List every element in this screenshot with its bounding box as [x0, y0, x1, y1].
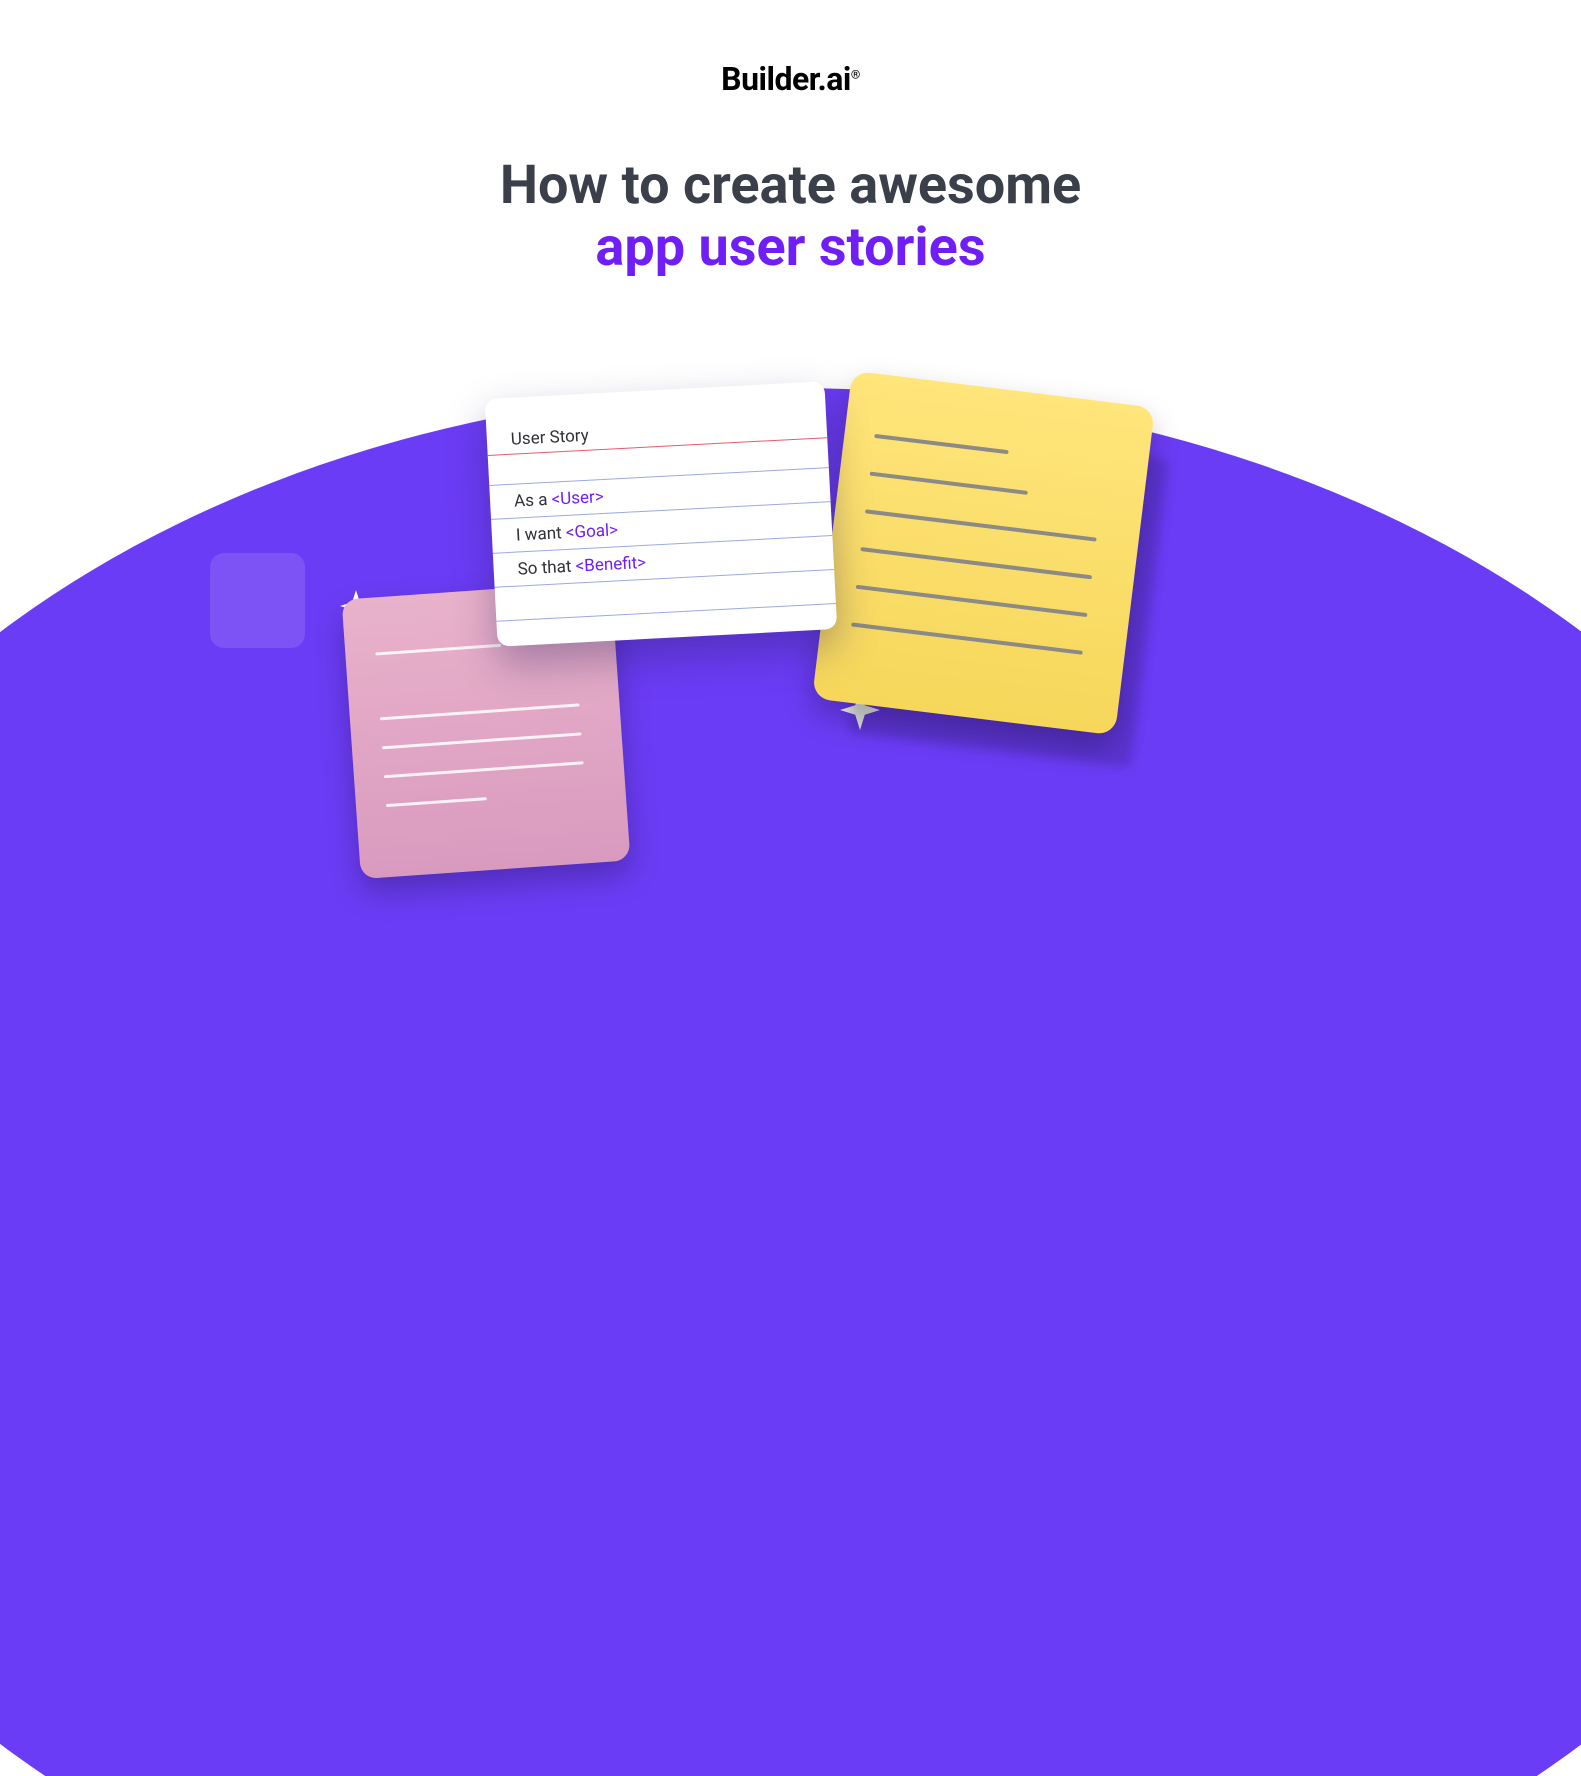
placeholder-line — [860, 547, 1092, 579]
placeholder-line — [851, 622, 1083, 654]
row-tag-user: <User> — [551, 487, 604, 510]
placeholder-line — [874, 434, 1008, 454]
registered-mark: ® — [851, 67, 860, 81]
headline-line-1: How to create awesome — [500, 155, 1081, 217]
brand-logo: Builder.ai® — [721, 60, 860, 98]
placeholder-line — [855, 585, 1087, 617]
placeholder-line — [869, 472, 1028, 495]
row-prefix: As a — [513, 490, 552, 512]
placeholder-line — [379, 703, 578, 720]
placeholder-line — [385, 797, 486, 807]
placeholder-line — [375, 644, 501, 656]
headline-line-2: app user stories — [500, 217, 1081, 279]
placeholder-line — [864, 509, 1096, 541]
page-headline: How to create awesome app user stories — [500, 155, 1081, 279]
illustration-cards: User Story As a <User> I want <Goal> So … — [341, 370, 1241, 890]
brand-name: Builder.ai — [721, 60, 851, 98]
row-prefix: So that — [517, 557, 576, 580]
index-card-title: User Story — [510, 426, 589, 450]
row-prefix: I want — [515, 523, 566, 546]
row-tag-goal: <Goal> — [565, 520, 618, 543]
sticky-note-yellow — [812, 371, 1155, 736]
row-tag-benefit: <Benefit> — [575, 553, 646, 577]
placeholder-line — [381, 732, 580, 749]
placeholder-line — [383, 761, 582, 778]
index-card-rulelines — [484, 381, 837, 646]
background-accent-square — [210, 553, 305, 648]
user-story-index-card: User Story As a <User> I want <Goal> So … — [484, 381, 837, 646]
